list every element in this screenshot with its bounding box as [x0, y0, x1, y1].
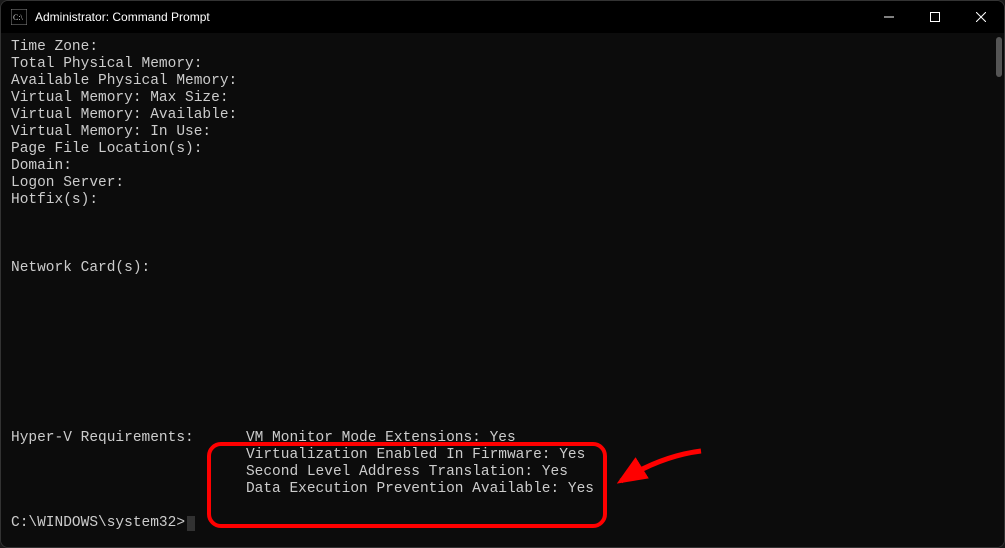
terminal-output[interactable]: Time Zone: Total Physical Memory: Availa… [1, 33, 1004, 547]
prompt: C:\WINDOWS\system32> [11, 515, 195, 531]
svg-text:C:\: C:\ [13, 13, 24, 22]
scrollbar-thumb[interactable] [996, 37, 1002, 77]
output-lines: Time Zone: Total Physical Memory: Availa… [11, 39, 594, 497]
close-button[interactable] [958, 1, 1004, 33]
maximize-button[interactable] [912, 1, 958, 33]
cmd-icon: C:\ [11, 9, 27, 25]
titlebar[interactable]: C:\ Administrator: Command Prompt [1, 1, 1004, 33]
command-prompt-window: C:\ Administrator: Command Prompt Time Z… [0, 0, 1005, 548]
window-controls [866, 1, 1004, 33]
window-title: Administrator: Command Prompt [35, 10, 866, 24]
minimize-button[interactable] [866, 1, 912, 33]
